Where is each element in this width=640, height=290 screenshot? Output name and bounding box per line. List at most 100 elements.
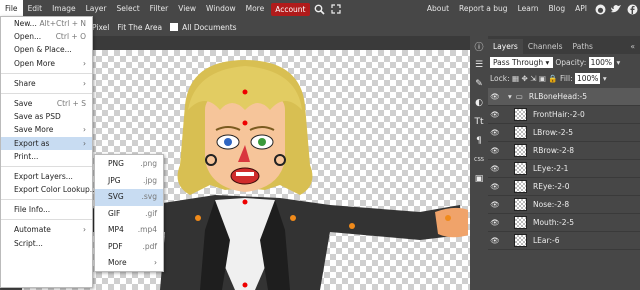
brush-icon[interactable]: ✎ [471, 76, 487, 92]
eye-icon[interactable]: 👁 [488, 218, 502, 227]
eye-icon[interactable]: 👁 [488, 236, 502, 245]
chevron-right-icon: › [83, 58, 86, 68]
all-documents-checkbox[interactable]: All Documents [170, 22, 237, 32]
chevron-right-icon: › [83, 138, 86, 148]
layer-row[interactable]: 👁 LEye:-2-1 [488, 160, 640, 178]
fill-input[interactable]: 100% [574, 73, 601, 84]
opacity-input[interactable]: 100% [588, 57, 615, 68]
export-format-item[interactable]: MP4 .mp4 [95, 222, 163, 239]
export-format-item[interactable]: PNG .png [95, 156, 163, 173]
file-menu-item[interactable]: Save More › [1, 123, 92, 136]
character-icon[interactable]: Tt [471, 114, 487, 130]
menu-bar: File Edit Image Layer Select Filter View… [0, 0, 640, 18]
panel-switcher: ⓘ ☰ ✎ ◐ Tt ¶ CSS ▣ [470, 36, 488, 290]
blog-link[interactable]: Blog [544, 0, 571, 18]
file-menu-item[interactable]: Export as › [1, 136, 92, 150]
layer-row[interactable]: 👁 Mouth:-2-5 [488, 214, 640, 232]
properties-icon[interactable]: ☰ [471, 57, 487, 73]
file-menu-item[interactable]: Open... Ctrl + O [1, 30, 92, 43]
export-format-item[interactable]: JPG .jpg [95, 173, 163, 190]
layer-row[interactable]: 👁 LBrow:-2-5 [488, 124, 640, 142]
blend-mode-select[interactable]: Pass Through ▾ [490, 57, 553, 68]
tab-channels[interactable]: Channels [523, 39, 568, 54]
export-format-item[interactable]: SVG .svg [95, 189, 163, 206]
export-format-item[interactable]: More › [95, 255, 163, 272]
search-icon[interactable] [313, 2, 327, 16]
export-format-item[interactable]: GIF .gif [95, 206, 163, 223]
layer-row[interactable]: 👁 REye:-2-0 [488, 178, 640, 196]
learn-link[interactable]: Learn [513, 0, 544, 18]
eye-icon[interactable]: 👁 [488, 110, 502, 119]
menu-window[interactable]: Window [201, 0, 241, 18]
layer-thumbnail [514, 162, 527, 175]
facebook-icon[interactable] [625, 2, 639, 16]
hand-shape [435, 207, 468, 238]
file-menu-item[interactable]: Export Layers... [1, 170, 92, 183]
file-menu-item[interactable]: File Info... [1, 203, 92, 216]
fullscreen-icon[interactable] [329, 2, 343, 16]
eye-icon[interactable]: 👁 [488, 92, 502, 101]
pixel-button[interactable]: Pixel [92, 23, 109, 32]
eye-icon[interactable]: 👁 [488, 200, 502, 209]
reddit-icon[interactable] [593, 2, 607, 16]
paragraph-icon[interactable]: ¶ [471, 133, 487, 149]
layer-name: Mouth:-2-5 [533, 218, 574, 227]
layer-row[interactable]: 👁 Nose:-2-8 [488, 196, 640, 214]
file-menu-item[interactable]: Print... [1, 150, 92, 163]
layer-row[interactable]: 👁 RBrow:-2-8 [488, 142, 640, 160]
layers-panel-tabs: Layers Channels Paths « [488, 36, 640, 54]
lock-icons[interactable]: ▦ ✥ ⇲ ▣ 🔒 [512, 74, 558, 83]
image-icon[interactable]: ▣ [471, 171, 487, 187]
file-menu-item[interactable]: Automate › [1, 223, 92, 236]
eye-icon[interactable]: 👁 [488, 182, 502, 191]
about-link[interactable]: About [422, 0, 454, 18]
info-icon[interactable]: ⓘ [471, 38, 487, 54]
menu-separator [1, 199, 92, 201]
fit-area-button[interactable]: Fit The Area [117, 23, 162, 32]
file-menu-item[interactable]: New... Alt+Ctrl + N [1, 17, 92, 30]
file-menu-item[interactable]: Open & Place... [1, 43, 92, 56]
adjust-icon[interactable]: ◐ [471, 95, 487, 111]
menu-separator [1, 72, 92, 74]
eye-icon[interactable]: 👁 [488, 128, 502, 137]
layer-thumbnail [514, 108, 527, 121]
panel-collapse-icon[interactable]: « [625, 39, 640, 54]
chevron-right-icon: › [83, 225, 86, 235]
file-menu-item[interactable]: Save Ctrl + S [1, 97, 92, 110]
layer-name: LBrow:-2-5 [533, 128, 574, 137]
file-menu-item[interactable]: Export Color Lookup... [1, 183, 97, 196]
layer-name: Nose:-2-8 [533, 200, 570, 209]
layer-thumbnail [514, 234, 527, 247]
eye-icon[interactable]: 👁 [488, 146, 502, 155]
folder-icon: ▭ [515, 92, 523, 101]
layer-row[interactable]: 👁 LEar:-6 [488, 232, 640, 250]
api-link[interactable]: API [570, 0, 592, 18]
layer-thumbnail [514, 216, 527, 229]
report-bug-link[interactable]: Report a bug [454, 0, 513, 18]
photopea-app: Pixel Fit The Area All Documents File Ed… [0, 0, 640, 290]
menu-more[interactable]: More [241, 0, 270, 18]
file-menu-item[interactable]: Share › [1, 77, 92, 90]
menu-separator [1, 219, 92, 221]
account-button[interactable]: Account [271, 2, 310, 16]
tab-layers[interactable]: Layers [488, 39, 523, 54]
file-menu-item[interactable]: Save as PSD [1, 110, 92, 123]
layer-name: RBrow:-2-8 [533, 146, 575, 155]
chevron-down-icon[interactable]: ▾ [508, 92, 512, 101]
layer-name: FrontHair:-2-0 [533, 110, 585, 119]
layer-name: RLBoneHead:-5 [528, 92, 587, 101]
menu-select[interactable]: Select [112, 0, 145, 18]
tab-paths[interactable]: Paths [568, 39, 598, 54]
eye-icon[interactable]: 👁 [488, 164, 502, 173]
layers-panel: Layers Channels Paths « Pass Through ▾ O… [488, 36, 640, 290]
css-icon[interactable]: CSS [471, 152, 487, 168]
export-format-item[interactable]: PDF .pdf [95, 239, 163, 256]
file-menu-item[interactable]: Open More › [1, 57, 92, 70]
layer-row[interactable]: 👁 FrontHair:-2-0 [488, 106, 640, 124]
menu-view[interactable]: View [173, 0, 201, 18]
file-menu-item[interactable]: Script... [1, 237, 92, 250]
menu-filter[interactable]: Filter [145, 0, 174, 18]
layer-thumbnail [514, 144, 527, 157]
layer-group-row[interactable]: 👁 ▾ ▭ RLBoneHead:-5 [488, 88, 640, 106]
twitter-icon[interactable] [609, 2, 623, 16]
